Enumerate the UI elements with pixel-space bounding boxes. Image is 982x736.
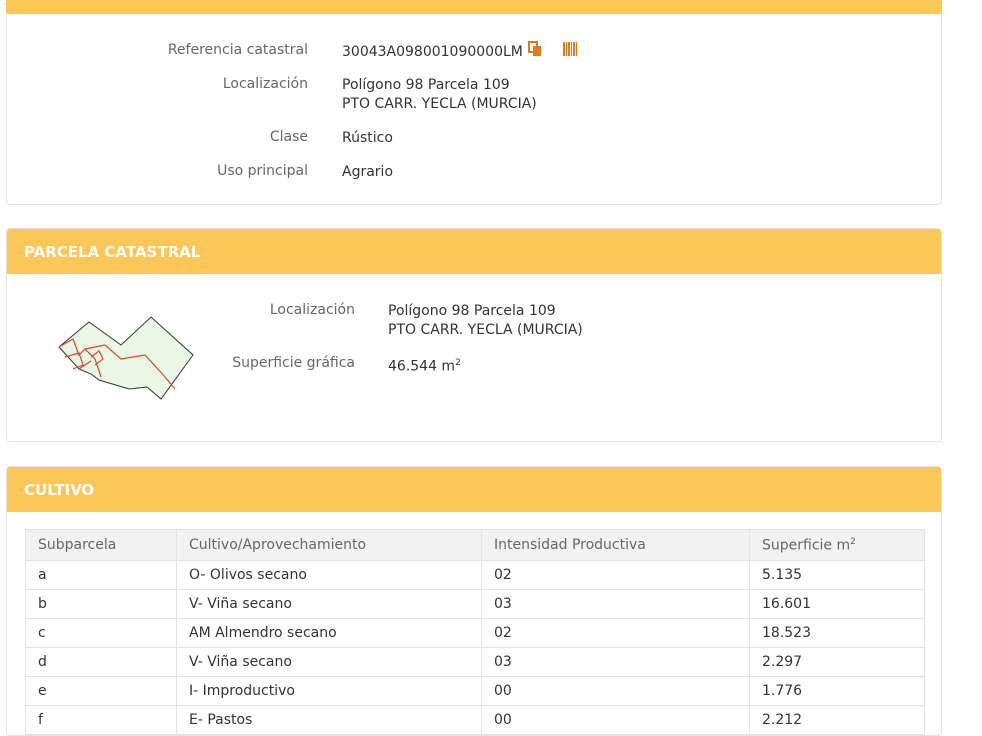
cell-subparcela: d: [25, 647, 177, 677]
table-row: a O- Olivos secano 02 5.135: [25, 560, 925, 590]
cell-superficie: 16.601: [749, 589, 925, 619]
cell-cultivo: V- Viña secano: [176, 589, 482, 619]
cell-subparcela: e: [25, 676, 177, 706]
parcela-localizacion-line1: Polígono 98 Parcela 109: [388, 303, 556, 319]
cell-superficie: 2.212: [749, 705, 925, 735]
parcela-localizacion-line2: PTO CARR. YECLA (MURCIA): [388, 322, 583, 338]
superficie-unit: 2: [455, 358, 461, 368]
cell-intensidad: 00: [481, 705, 750, 735]
localizacion-label: Localización: [222, 76, 308, 92]
cell-cultivo: E- Pastos: [176, 705, 482, 735]
table-row: b V- Viña secano 03 16.601: [25, 589, 925, 619]
col-superficie: Superficie m2: [749, 529, 925, 561]
uso-value: Agrario: [342, 164, 394, 180]
clase-label: Clase: [269, 129, 308, 145]
referencia-label: Referencia catastral: [167, 42, 308, 58]
parcela-localizacion-label: Localización: [269, 302, 355, 318]
col-cultivo: Cultivo/Aprovechamiento: [176, 529, 482, 561]
table-header-row: Subparcela Cultivo/Aprovechamiento Inten…: [25, 529, 925, 561]
cell-superficie: 2.297: [749, 647, 925, 677]
cell-intensidad: 02: [481, 618, 750, 648]
copy-icon[interactable]: [527, 41, 543, 63]
cultivo-table: Subparcela Cultivo/Aprovechamiento Inten…: [25, 529, 925, 735]
superficie-value: 46.544 m2: [388, 354, 461, 377]
cell-subparcela: a: [25, 560, 177, 590]
cell-superficie: 18.523: [749, 618, 925, 648]
cell-subparcela: c: [25, 618, 177, 648]
barcode-icon[interactable]: [562, 41, 578, 63]
parcela-catastral-panel: PARCELA CATASTRAL Localización Polígono …: [6, 228, 942, 442]
cell-subparcela: b: [25, 589, 177, 619]
table-row: c AM Almendro secano 02 18.523: [25, 618, 925, 648]
cell-intensidad: 00: [481, 676, 750, 706]
panel-title: CULTIVO: [7, 467, 941, 512]
cell-intensidad: 03: [481, 589, 750, 619]
cell-intensidad: 02: [481, 560, 750, 590]
cell-superficie: 5.135: [749, 560, 925, 590]
localizacion-line2: PTO CARR. YECLA (MURCIA): [342, 96, 537, 112]
cell-cultivo: I- Improductivo: [176, 676, 482, 706]
datos-inmueble-panel: Referencia catastral 30043A098001090000L…: [6, 0, 942, 205]
cell-cultivo: V- Viña secano: [176, 647, 482, 677]
superficie-text: 46.544 m: [388, 358, 456, 375]
referencia-value: 30043A098001090000LM: [342, 41, 578, 63]
panel-header-bar: [6, 0, 942, 14]
cell-cultivo: O- Olivos secano: [176, 560, 482, 590]
cell-superficie: 1.776: [749, 676, 925, 706]
cell-intensidad: 03: [481, 647, 750, 677]
parcela-localizacion-value: Polígono 98 Parcela 109 PTO CARR. YECLA …: [388, 302, 583, 340]
panel-title: PARCELA CATASTRAL: [7, 229, 941, 274]
superficie-label: Superficie gráfica: [232, 355, 355, 371]
cell-subparcela: f: [25, 705, 177, 735]
localizacion-line1: Polígono 98 Parcela 109: [342, 77, 510, 93]
table-row: f E- Pastos 00 2.212: [25, 705, 925, 735]
referencia-text[interactable]: 30043A098001090000LM: [342, 44, 523, 60]
table-row: d V- Viña secano 03 2.297: [25, 647, 925, 677]
clase-value: Rústico: [342, 130, 393, 146]
uso-label: Uso principal: [217, 163, 308, 179]
localizacion-value: Polígono 98 Parcela 109 PTO CARR. YECLA …: [342, 76, 537, 114]
cultivo-panel: CULTIVO Subparcela Cultivo/Aprovechamien…: [6, 466, 942, 736]
col-subparcela: Subparcela: [25, 529, 177, 561]
col-intensidad: Intensidad Productiva: [481, 529, 750, 561]
parcel-map[interactable]: [55, 315, 200, 407]
table-row: e I- Improductivo 00 1.776: [25, 676, 925, 706]
cell-cultivo: AM Almendro secano: [176, 618, 482, 648]
